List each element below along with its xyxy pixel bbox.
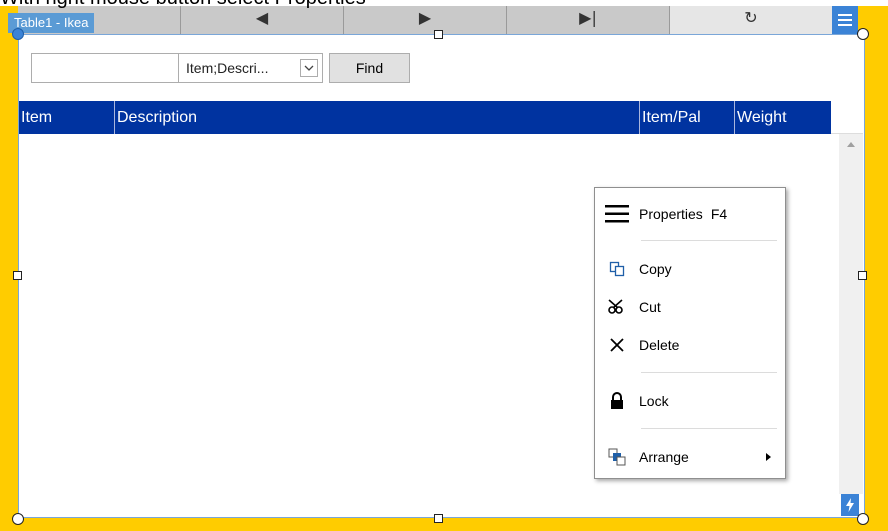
record-navigation-bar: ◀ ▶ ▶| ↻ xyxy=(18,6,832,34)
nav-refresh-button[interactable]: ↻ xyxy=(670,6,832,34)
menu-item-cut[interactable]: Cut xyxy=(595,290,785,324)
resize-handle-middle-left[interactable] xyxy=(13,271,22,280)
resize-handle-bottom-right[interactable] xyxy=(857,513,869,525)
instruction-caption: With right mouse button select Propertie… xyxy=(0,0,366,10)
menu-separator xyxy=(641,428,777,429)
nav-prev-button[interactable]: ◀ xyxy=(181,6,344,34)
menu-item-delete[interactable]: Delete xyxy=(595,328,785,362)
menu-item-cut-label: Cut xyxy=(639,299,661,315)
menu-item-properties-label: Properties xyxy=(639,206,703,222)
find-button[interactable]: Find xyxy=(329,53,410,83)
resize-handle-bottom-center[interactable] xyxy=(434,514,443,523)
resize-handle-bottom-left[interactable] xyxy=(12,513,24,525)
last-icon: ▶| xyxy=(579,8,597,27)
menu-item-copy-label: Copy xyxy=(639,261,672,277)
menu-item-properties-shortcut: F4 xyxy=(710,206,728,222)
resize-handle-top-left[interactable] xyxy=(12,28,24,40)
search-input[interactable] xyxy=(31,53,179,83)
refresh-icon: ↻ xyxy=(744,8,758,27)
hamburger-icon xyxy=(838,14,852,26)
context-menu: Properties F4 Copy Cut Delete Lock Arran… xyxy=(594,187,786,479)
menu-separator xyxy=(641,240,777,241)
column-header-weight[interactable]: Weight xyxy=(735,101,831,134)
x-icon xyxy=(610,338,624,352)
menu-item-arrange[interactable]: Arrange xyxy=(595,440,785,474)
column-header-item-pal[interactable]: Item/Pal xyxy=(640,101,735,134)
copy-icon xyxy=(609,261,625,277)
hamburger-menu-button[interactable] xyxy=(832,6,858,34)
next-icon: ▶ xyxy=(418,8,432,27)
menu-item-lock-label: Lock xyxy=(639,393,669,409)
nav-last-button[interactable]: ▶| xyxy=(507,6,670,34)
resize-handle-top-right[interactable] xyxy=(857,28,869,40)
scroll-up-arrow-icon[interactable] xyxy=(847,142,855,147)
search-field-select[interactable]: Item;Descri... xyxy=(178,53,323,83)
column-header-item[interactable]: Item xyxy=(19,101,115,134)
prev-icon: ◀ xyxy=(255,8,269,27)
arrange-icon xyxy=(608,448,626,466)
list-icon xyxy=(605,205,629,223)
lightning-icon xyxy=(846,498,854,512)
menu-item-copy[interactable]: Copy xyxy=(595,252,785,286)
menu-item-delete-label: Delete xyxy=(639,337,680,353)
table-header: Item Description Item/Pal Weight xyxy=(19,101,831,134)
resize-handle-middle-right[interactable] xyxy=(858,271,867,280)
menu-item-properties[interactable]: Properties F4 xyxy=(595,197,785,231)
menu-item-arrange-label: Arrange xyxy=(639,449,689,465)
chevron-down-icon[interactable] xyxy=(300,59,318,77)
events-button[interactable] xyxy=(841,494,859,516)
search-field-selected: Item;Descri... xyxy=(186,60,269,76)
nav-next-button[interactable]: ▶ xyxy=(344,6,507,34)
vertical-scrollbar[interactable] xyxy=(839,134,863,494)
header-filler xyxy=(831,101,863,134)
resize-handle-top-center[interactable] xyxy=(434,30,443,39)
menu-item-lock[interactable]: Lock xyxy=(595,384,785,418)
lock-icon xyxy=(611,392,623,409)
menu-separator xyxy=(641,372,777,373)
scissors-icon xyxy=(608,299,623,314)
column-header-description[interactable]: Description xyxy=(115,101,640,134)
submenu-arrow-icon xyxy=(766,453,771,461)
